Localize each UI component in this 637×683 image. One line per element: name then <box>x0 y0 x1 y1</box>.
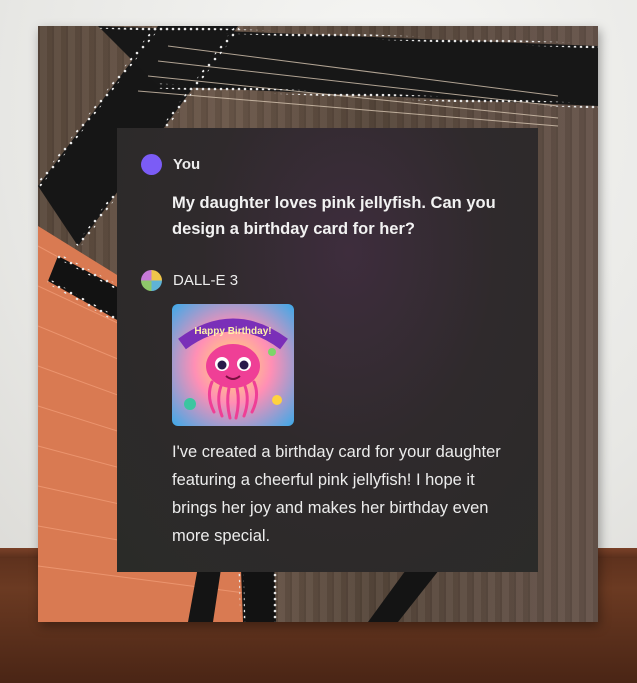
user-message-text: My daughter loves pink jellyfish. Can yo… <box>172 194 496 238</box>
assistant-message-text: I've created a birthday card for your da… <box>172 443 501 545</box>
assistant-name: DALL-E 3 <box>173 272 239 289</box>
jellyfish-card-illustration: Happy Birthday! <box>172 304 294 426</box>
generated-birthday-card-image[interactable]: Happy Birthday! <box>172 304 294 426</box>
card-title-text: Happy Birthday! <box>194 326 271 337</box>
dalle-avatar-icon <box>141 270 162 291</box>
user-avatar <box>141 154 162 175</box>
assistant-message-header: DALL-E 3 <box>141 270 238 291</box>
user-message-header: You <box>141 154 200 175</box>
chat-overlay: You My daughter loves pink jellyfish. Ca… <box>117 128 538 572</box>
user-name: You <box>173 156 201 173</box>
